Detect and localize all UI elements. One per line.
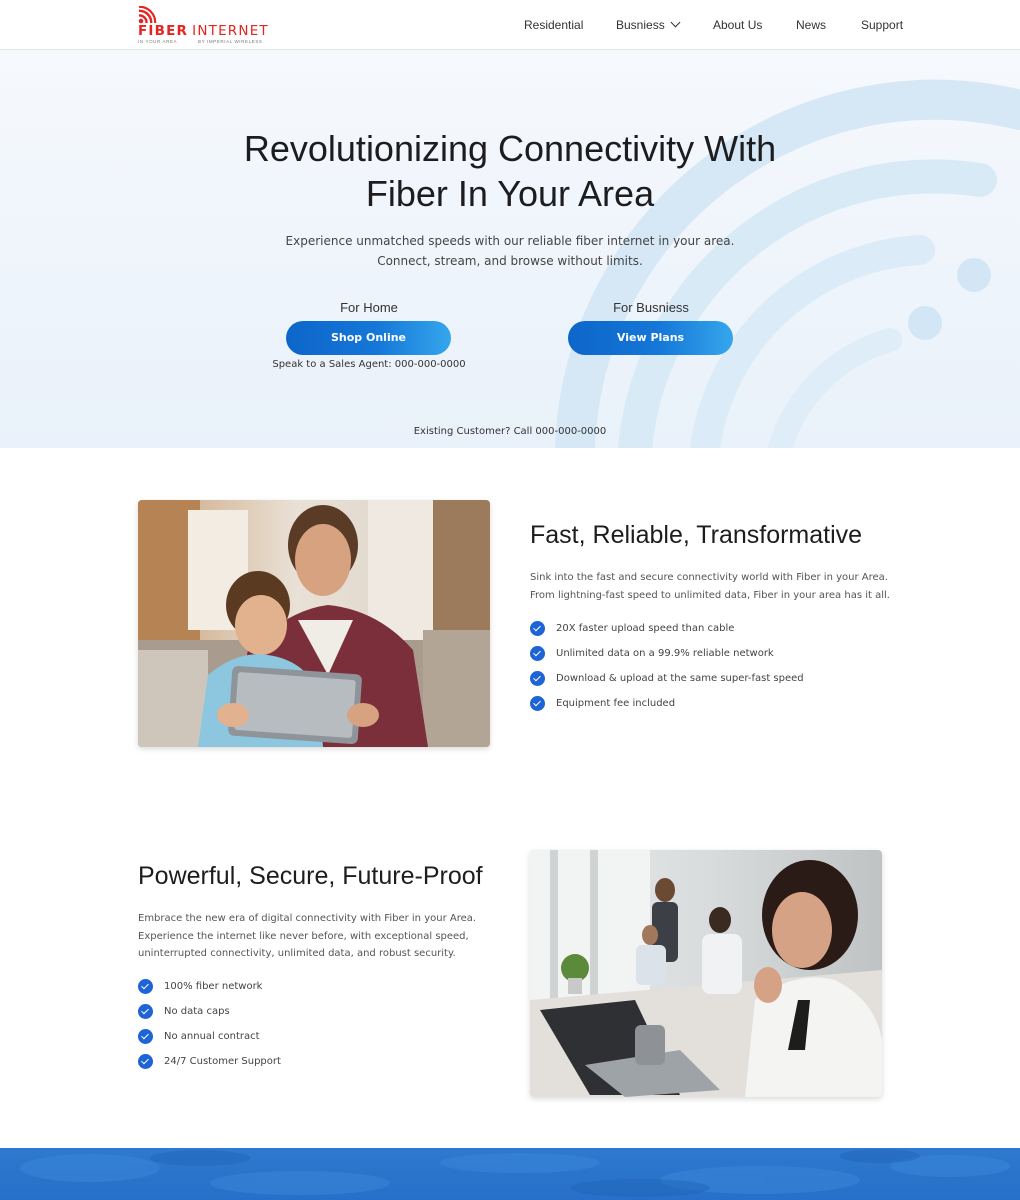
hero-subtitle-line1: Experience unmatched speeds with our rel… [285, 234, 735, 248]
section2-title: Powerful, Secure, Future-Proof [138, 862, 483, 890]
check-circle-icon [138, 1029, 153, 1044]
section2-desc-line1: Embrace the new era of digital connectiv… [138, 913, 477, 924]
section1-title: Fast, Reliable, Transformative [530, 521, 863, 549]
sales-agent-phone[interactable]: Speak to a Sales Agent: 000-000-0000 [236, 359, 502, 370]
brand-logo[interactable]: FIBER INTERNET IN YOUR AREA BY IMPERIAL W… [138, 6, 288, 46]
hero-title: Revolutionizing Connectivity With Fiber … [0, 126, 1020, 216]
feature-text: 20X faster upload speed than cable [556, 623, 735, 634]
logo-wordmark: FIBER INTERNET [138, 23, 269, 39]
feature-text: No data caps [164, 1006, 230, 1017]
section1-desc-line2: From lightning-fast speed to unlimited d… [530, 589, 890, 601]
nav-business-label: Busniess [616, 18, 665, 32]
check-circle-icon [530, 621, 545, 636]
chevron-down-icon [670, 17, 681, 28]
family-photo-illustration [138, 500, 490, 747]
view-plans-button[interactable]: View Plans [568, 321, 733, 355]
site-header: FIBER INTERNET IN YOUR AREA BY IMPERIAL W… [0, 0, 1020, 50]
logo-word-internet: INTERNET [192, 23, 269, 39]
hero-title-line1: Revolutionizing Connectivity With [243, 128, 777, 169]
nav-business[interactable]: Busniess [616, 17, 681, 32]
check-circle-icon [138, 979, 153, 994]
check-circle-icon [530, 646, 545, 661]
check-circle-icon [530, 696, 545, 711]
existing-customer-phone[interactable]: Existing Customer? Call 000-000-0000 [0, 426, 1020, 437]
section1-feature-list: 20X faster upload speed than cable Unlim… [530, 616, 804, 716]
check-circle-icon [530, 671, 545, 686]
logo-tagline-right: BY IMPERIAL WIRELESS [198, 39, 263, 44]
nav-support[interactable]: Support [861, 18, 903, 32]
feature-item: No data caps [138, 999, 281, 1024]
feature-item: No annual contract [138, 1024, 281, 1049]
hero-subtitle: Experience unmatched speeds with our rel… [0, 231, 1020, 271]
for-business-label: For Busniess [613, 300, 689, 315]
office-photo-illustration [530, 850, 882, 1097]
feature-text: No annual contract [164, 1031, 260, 1042]
family-tablet-photo [138, 500, 490, 747]
bottom-blue-band [0, 1148, 1020, 1200]
feature-item: 100% fiber network [138, 974, 281, 999]
check-circle-icon [138, 1054, 153, 1069]
feature-text: Download & upload at the same super-fast… [556, 673, 804, 684]
nav-news[interactable]: News [796, 18, 826, 32]
band-texture [20, 1149, 1010, 1197]
feature-text: 24/7 Customer Support [164, 1056, 281, 1067]
office-workers-photo [530, 850, 882, 1097]
section2-feature-list: 100% fiber network No data caps No annua… [138, 974, 281, 1074]
hero-title-line2: Fiber In Your Area [365, 173, 655, 214]
logo-word-fiber: FIBER [138, 23, 189, 39]
shop-online-button[interactable]: Shop Online [286, 321, 451, 355]
feature-text: Unlimited data on a 99.9% reliable netwo… [556, 648, 774, 659]
feature-text: 100% fiber network [164, 981, 263, 992]
logo-tagline-left: IN YOUR AREA [138, 39, 178, 44]
for-home-label: For Home [340, 300, 398, 315]
feature-item: Unlimited data on a 99.9% reliable netwo… [530, 641, 804, 666]
section1-description: Sink into the fast and secure connectivi… [530, 569, 890, 604]
feature-item: 20X faster upload speed than cable [530, 616, 804, 641]
section2-description: Embrace the new era of digital connectiv… [138, 910, 476, 963]
hero-subtitle-line2: Connect, stream, and browse without limi… [377, 254, 643, 268]
section2-desc-line3: uninterrupted connectivity, unlimited da… [138, 948, 456, 959]
check-circle-icon [138, 1004, 153, 1019]
nav-residential[interactable]: Residential [524, 18, 583, 32]
nav-about-us[interactable]: About Us [713, 18, 762, 32]
section2-desc-line2: Experience the internet like never befor… [138, 930, 469, 942]
feature-text: Equipment fee included [556, 698, 676, 709]
feature-item: Equipment fee included [530, 691, 804, 716]
feature-item: Download & upload at the same super-fast… [530, 666, 804, 691]
wifi-signal-icon [138, 6, 157, 24]
section1-desc-line1: Sink into the fast and secure connectivi… [530, 572, 888, 583]
hero-section: Revolutionizing Connectivity With Fiber … [0, 50, 1020, 448]
feature-item: 24/7 Customer Support [138, 1049, 281, 1074]
